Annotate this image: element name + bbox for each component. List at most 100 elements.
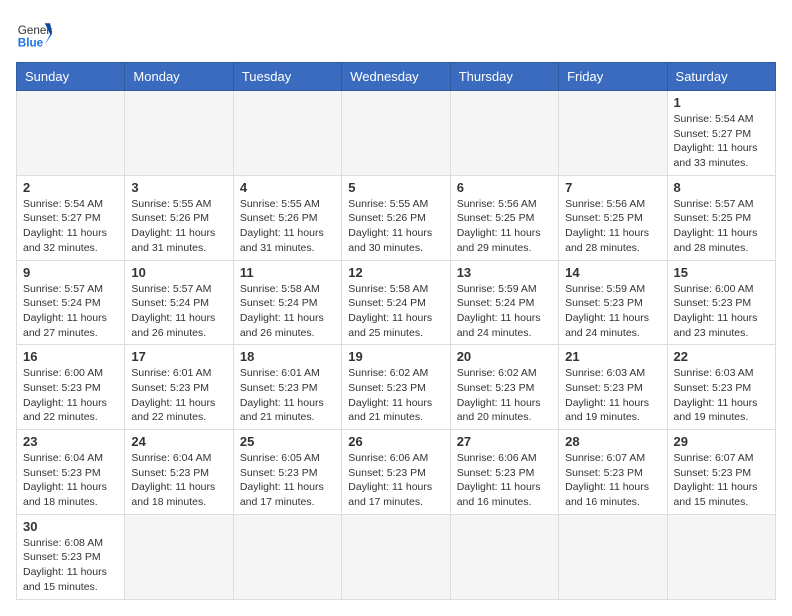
- calendar-day-17: 17 Sunrise: 6:01 AM Sunset: 5:23 PM Dayli…: [125, 345, 233, 430]
- day-number: 29: [674, 434, 769, 449]
- day-info: Sunrise: 6:04 AM Sunset: 5:23 PM Dayligh…: [23, 451, 118, 510]
- calendar-day-4: 4 Sunrise: 5:55 AM Sunset: 5:26 PM Daylig…: [233, 175, 341, 260]
- calendar-day-1: 1Sunrise: 5:54 AM Sunset: 5:27 PM Daylig…: [667, 91, 775, 176]
- weekday-header-saturday: Saturday: [667, 63, 775, 91]
- day-number: 5: [348, 180, 443, 195]
- day-info: Sunrise: 6:06 AM Sunset: 5:23 PM Dayligh…: [457, 451, 552, 510]
- day-number: 6: [457, 180, 552, 195]
- calendar-day-empty: [667, 514, 775, 599]
- calendar-day-7: 7 Sunrise: 5:56 AM Sunset: 5:25 PM Daylig…: [559, 175, 667, 260]
- day-info: Sunrise: 5:55 AM Sunset: 5:26 PM Dayligh…: [131, 197, 226, 256]
- logo: General Blue: [16, 16, 52, 52]
- calendar-day-11: 11Sunrise: 5:58 AM Sunset: 5:24 PM Dayli…: [233, 260, 341, 345]
- calendar-day-29: 29 Sunrise: 6:07 AM Sunset: 5:23 PM Dayli…: [667, 430, 775, 515]
- day-number: 11: [240, 265, 335, 280]
- calendar-day-6: 6 Sunrise: 5:56 AM Sunset: 5:25 PM Daylig…: [450, 175, 558, 260]
- day-info: Sunrise: 6:00 AM Sunset: 5:23 PM Dayligh…: [23, 366, 118, 425]
- day-number: 16: [23, 349, 118, 364]
- calendar-day-empty: [450, 91, 558, 176]
- calendar-week-row: 23 Sunrise: 6:04 AM Sunset: 5:23 PM Dayli…: [17, 430, 776, 515]
- weekday-header-friday: Friday: [559, 63, 667, 91]
- calendar-day-empty: [125, 514, 233, 599]
- day-info: Sunrise: 6:07 AM Sunset: 5:23 PM Dayligh…: [565, 451, 660, 510]
- day-info: Sunrise: 5:55 AM Sunset: 5:26 PM Dayligh…: [348, 197, 443, 256]
- day-number: 22: [674, 349, 769, 364]
- day-info: Sunrise: 5:54 AM Sunset: 5:27 PM Dayligh…: [23, 197, 118, 256]
- day-number: 27: [457, 434, 552, 449]
- day-info: Sunrise: 6:06 AM Sunset: 5:23 PM Dayligh…: [348, 451, 443, 510]
- weekday-header-thursday: Thursday: [450, 63, 558, 91]
- weekday-header-wednesday: Wednesday: [342, 63, 450, 91]
- calendar: SundayMondayTuesdayWednesdayThursdayFrid…: [16, 62, 776, 600]
- calendar-day-27: 27 Sunrise: 6:06 AM Sunset: 5:23 PM Dayli…: [450, 430, 558, 515]
- day-number: 18: [240, 349, 335, 364]
- day-number: 13: [457, 265, 552, 280]
- calendar-day-9: 9 Sunrise: 5:57 AM Sunset: 5:24 PM Daylig…: [17, 260, 125, 345]
- calendar-day-19: 19Sunrise: 6:02 AM Sunset: 5:23 PM Dayli…: [342, 345, 450, 430]
- calendar-day-3: 3Sunrise: 5:55 AM Sunset: 5:26 PM Daylig…: [125, 175, 233, 260]
- day-number: 15: [674, 265, 769, 280]
- calendar-day-empty: [233, 514, 341, 599]
- calendar-day-25: 25Sunrise: 6:05 AM Sunset: 5:23 PM Dayli…: [233, 430, 341, 515]
- day-number: 28: [565, 434, 660, 449]
- calendar-day-18: 18 Sunrise: 6:01 AM Sunset: 5:23 PM Dayli…: [233, 345, 341, 430]
- day-number: 14: [565, 265, 660, 280]
- calendar-week-row: 9 Sunrise: 5:57 AM Sunset: 5:24 PM Daylig…: [17, 260, 776, 345]
- calendar-day-15: 15 Sunrise: 6:00 AM Sunset: 5:23 PM Dayli…: [667, 260, 775, 345]
- day-number: 17: [131, 349, 226, 364]
- day-info: Sunrise: 6:01 AM Sunset: 5:23 PM Dayligh…: [131, 366, 226, 425]
- day-number: 1: [674, 95, 769, 110]
- calendar-day-16: 16 Sunrise: 6:00 AM Sunset: 5:23 PM Dayli…: [17, 345, 125, 430]
- day-info: Sunrise: 6:07 AM Sunset: 5:23 PM Dayligh…: [674, 451, 769, 510]
- calendar-day-empty: [17, 91, 125, 176]
- calendar-day-2: 2Sunrise: 5:54 AM Sunset: 5:27 PM Daylig…: [17, 175, 125, 260]
- weekday-header-row: SundayMondayTuesdayWednesdayThursdayFrid…: [17, 63, 776, 91]
- day-info: Sunrise: 6:01 AM Sunset: 5:23 PM Dayligh…: [240, 366, 335, 425]
- day-info: Sunrise: 5:57 AM Sunset: 5:24 PM Dayligh…: [23, 282, 118, 341]
- day-info: Sunrise: 5:56 AM Sunset: 5:25 PM Dayligh…: [457, 197, 552, 256]
- calendar-day-empty: [342, 514, 450, 599]
- day-number: 24: [131, 434, 226, 449]
- day-number: 4: [240, 180, 335, 195]
- calendar-day-empty: [450, 514, 558, 599]
- day-number: 26: [348, 434, 443, 449]
- calendar-day-empty: [559, 514, 667, 599]
- day-number: 20: [457, 349, 552, 364]
- calendar-day-22: 22Sunrise: 6:03 AM Sunset: 5:23 PM Dayli…: [667, 345, 775, 430]
- day-number: 23: [23, 434, 118, 449]
- day-info: Sunrise: 6:02 AM Sunset: 5:23 PM Dayligh…: [457, 366, 552, 425]
- svg-text:Blue: Blue: [18, 37, 44, 50]
- calendar-day-empty: [342, 91, 450, 176]
- day-info: Sunrise: 6:03 AM Sunset: 5:23 PM Dayligh…: [565, 366, 660, 425]
- weekday-header-tuesday: Tuesday: [233, 63, 341, 91]
- day-number: 25: [240, 434, 335, 449]
- calendar-day-10: 10Sunrise: 5:57 AM Sunset: 5:24 PM Dayli…: [125, 260, 233, 345]
- day-info: Sunrise: 5:56 AM Sunset: 5:25 PM Dayligh…: [565, 197, 660, 256]
- calendar-day-empty: [125, 91, 233, 176]
- weekday-header-monday: Monday: [125, 63, 233, 91]
- header: General Blue: [16, 16, 776, 52]
- day-number: 7: [565, 180, 660, 195]
- calendar-day-30: 30Sunrise: 6:08 AM Sunset: 5:23 PM Dayli…: [17, 514, 125, 599]
- calendar-week-row: 2Sunrise: 5:54 AM Sunset: 5:27 PM Daylig…: [17, 175, 776, 260]
- day-info: Sunrise: 6:04 AM Sunset: 5:23 PM Dayligh…: [131, 451, 226, 510]
- calendar-day-23: 23 Sunrise: 6:04 AM Sunset: 5:23 PM Dayli…: [17, 430, 125, 515]
- calendar-day-14: 14Sunrise: 5:59 AM Sunset: 5:23 PM Dayli…: [559, 260, 667, 345]
- day-info: Sunrise: 5:59 AM Sunset: 5:24 PM Dayligh…: [457, 282, 552, 341]
- day-number: 9: [23, 265, 118, 280]
- calendar-week-row: 30Sunrise: 6:08 AM Sunset: 5:23 PM Dayli…: [17, 514, 776, 599]
- calendar-day-28: 28 Sunrise: 6:07 AM Sunset: 5:23 PM Dayli…: [559, 430, 667, 515]
- calendar-day-26: 26 Sunrise: 6:06 AM Sunset: 5:23 PM Dayli…: [342, 430, 450, 515]
- day-number: 12: [348, 265, 443, 280]
- weekday-header-sunday: Sunday: [17, 63, 125, 91]
- day-info: Sunrise: 5:55 AM Sunset: 5:26 PM Dayligh…: [240, 197, 335, 256]
- day-info: Sunrise: 5:57 AM Sunset: 5:24 PM Dayligh…: [131, 282, 226, 341]
- day-info: Sunrise: 5:57 AM Sunset: 5:25 PM Dayligh…: [674, 197, 769, 256]
- day-info: Sunrise: 5:58 AM Sunset: 5:24 PM Dayligh…: [348, 282, 443, 341]
- calendar-day-13: 13 Sunrise: 5:59 AM Sunset: 5:24 PM Dayli…: [450, 260, 558, 345]
- day-info: Sunrise: 6:02 AM Sunset: 5:23 PM Dayligh…: [348, 366, 443, 425]
- day-info: Sunrise: 6:08 AM Sunset: 5:23 PM Dayligh…: [23, 536, 118, 595]
- calendar-day-20: 20 Sunrise: 6:02 AM Sunset: 5:23 PM Dayli…: [450, 345, 558, 430]
- calendar-day-empty: [233, 91, 341, 176]
- day-info: Sunrise: 6:00 AM Sunset: 5:23 PM Dayligh…: [674, 282, 769, 341]
